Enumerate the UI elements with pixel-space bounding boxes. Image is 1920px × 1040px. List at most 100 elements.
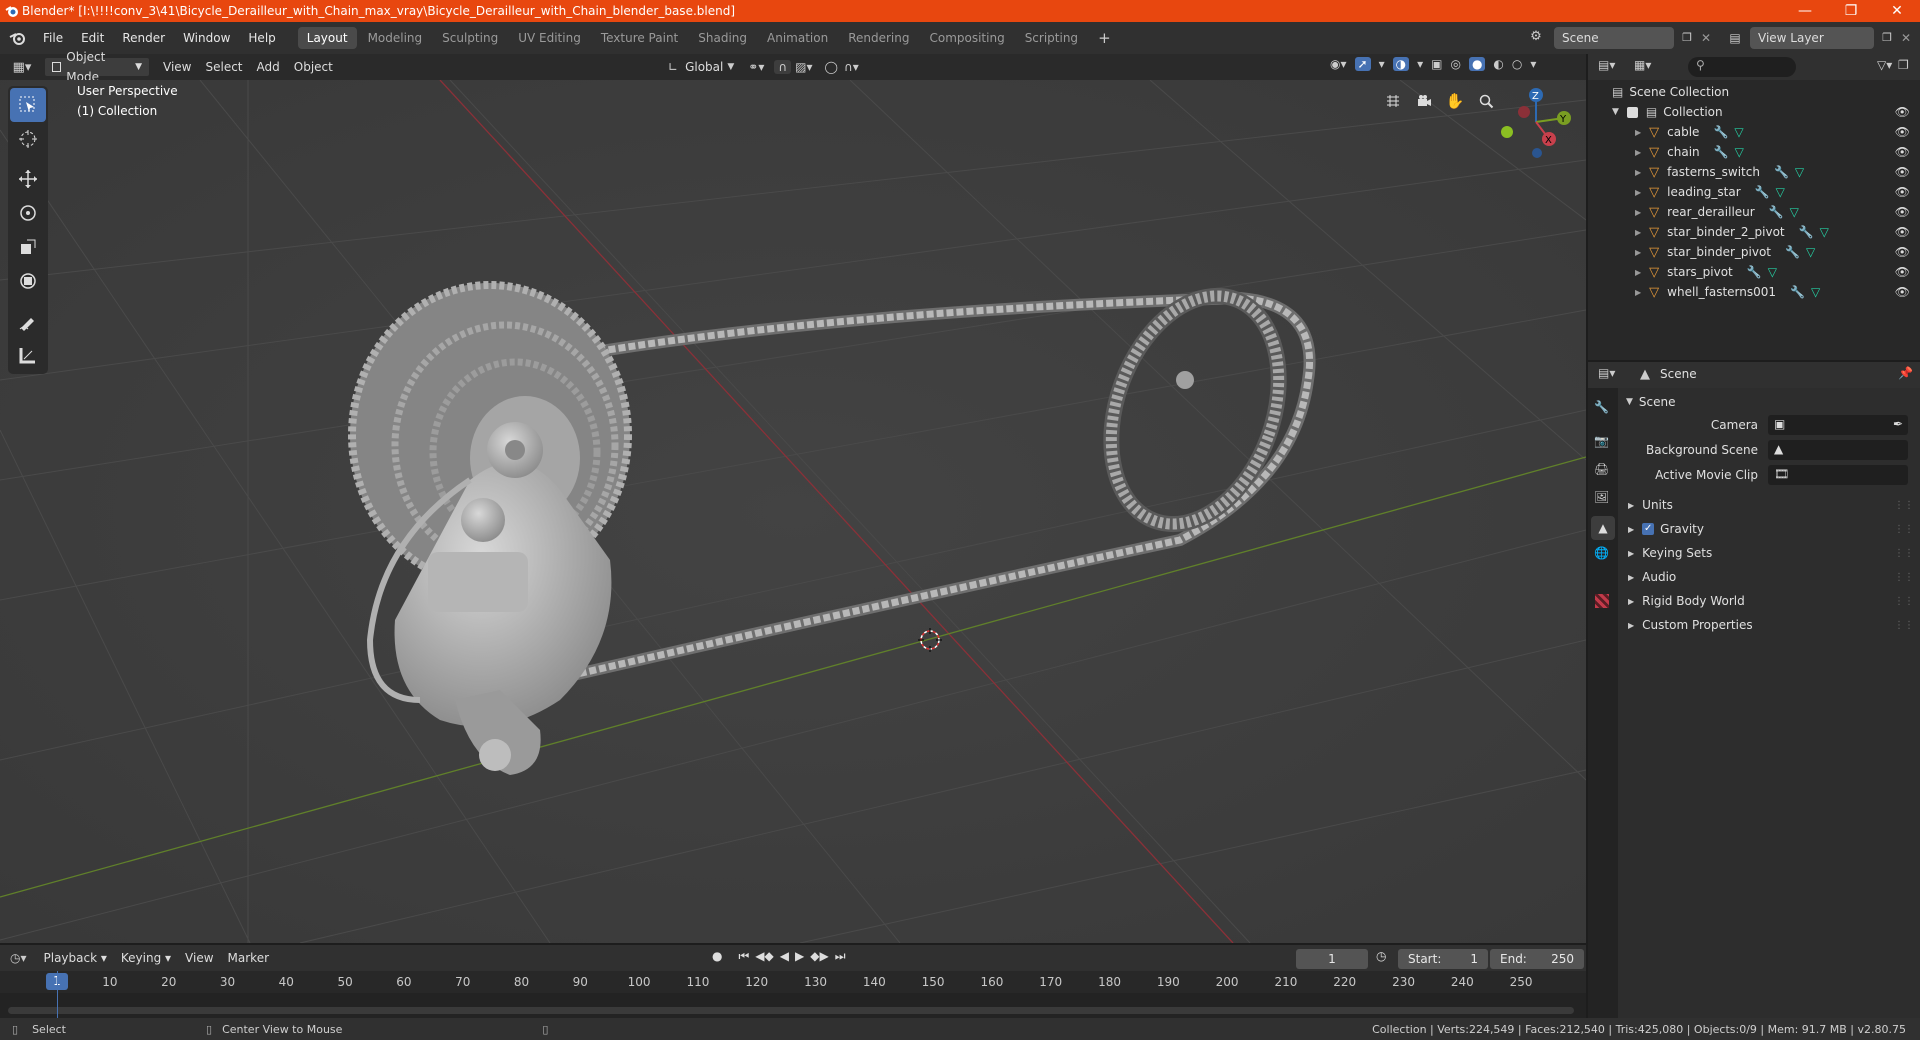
eye-icon[interactable]: 👁 (1895, 225, 1910, 239)
mesh-data-icon[interactable]: ▽ (1735, 145, 1744, 159)
eye-icon[interactable]: 👁 (1895, 125, 1910, 139)
panel-header[interactable]: ▶ Rigid Body World ⋮⋮ (1618, 590, 1920, 612)
outliner-item[interactable]: ▶ ▽ stars_pivot 🔧 ▽ 👁 (1588, 262, 1920, 282)
scene-tab-icon[interactable]: ▲ (1591, 516, 1615, 540)
chevron-down-icon[interactable]: ▼ (1612, 107, 1619, 117)
tab-modeling[interactable]: Modeling (359, 27, 432, 49)
tab-sculpting[interactable]: Sculpting (433, 27, 507, 49)
xray-icon[interactable]: ▣ (1431, 57, 1442, 71)
panel-header[interactable]: ▶ Custom Properties ⋮⋮ (1618, 614, 1920, 636)
tab-layout[interactable]: Layout (297, 27, 357, 49)
output-tab-icon[interactable]: 🖨 (1594, 462, 1609, 476)
tab-scripting[interactable]: Scripting (1016, 27, 1087, 49)
falloff-icon[interactable]: ∩▾ (844, 60, 859, 74)
chevron-right-icon[interactable]: ▶ (1635, 168, 1641, 177)
gizmo-icon[interactable]: ➚ (1354, 57, 1371, 71)
panel-header[interactable]: ▶ Units ⋮⋮ (1618, 494, 1920, 516)
next-keyframe-icon[interactable]: ◆▶ (810, 949, 828, 964)
chevron-right-icon[interactable]: ▶ (1635, 208, 1641, 217)
mesh-data-icon[interactable]: ▽ (1811, 285, 1820, 299)
chevron-right-icon[interactable]: ▶ (1635, 148, 1641, 157)
jump-start-icon[interactable]: ⏮ (738, 949, 749, 964)
mesh-data-icon[interactable]: ▽ (1734, 125, 1743, 139)
collection-checkbox[interactable] (1626, 106, 1638, 118)
gizmo-dropdown-icon[interactable]: ▾ (1379, 57, 1385, 71)
tab-shading[interactable]: Shading (689, 27, 756, 49)
gravity-checkbox[interactable]: ✓ (1642, 523, 1655, 535)
eye-icon[interactable]: 👁 (1895, 185, 1910, 199)
tab-rendering[interactable]: Rendering (839, 27, 918, 49)
filter-icon[interactable]: ▽▾ (1877, 58, 1892, 72)
record-icon[interactable]: ● (712, 949, 722, 964)
menu-view[interactable]: View (156, 57, 198, 77)
overlays-dropdown-icon[interactable]: ▾ (1417, 57, 1423, 71)
drag-handle-icon[interactable]: ⋮⋮ (1894, 572, 1914, 583)
chevron-right-icon[interactable]: ▶ (1635, 248, 1641, 257)
panel-header[interactable]: ▶ Audio ⋮⋮ (1618, 566, 1920, 588)
menu-marker[interactable]: Marker (221, 948, 276, 968)
outliner-search-input[interactable]: ⚲ (1688, 57, 1796, 77)
editor-type-icon[interactable]: ▦▾ (0, 60, 44, 75)
mesh-data-icon[interactable]: ▽ (1795, 165, 1804, 179)
wireframe-shading-icon[interactable]: ◎ (1450, 57, 1460, 71)
current-frame-field[interactable]: 1 (1296, 949, 1368, 969)
snap-target-icon[interactable]: ▨▾ (795, 60, 812, 74)
eye-icon[interactable]: 👁 (1895, 165, 1910, 179)
modifier-wrench-icon[interactable]: 🔧 (1747, 265, 1762, 279)
scene-browse-icon[interactable]: ⚙ (1526, 27, 1546, 47)
shading-dropdown-icon[interactable]: ▾ (1530, 57, 1536, 71)
add-workspace-icon[interactable]: + (1089, 27, 1120, 49)
jump-end-icon[interactable]: ⏭ (835, 949, 846, 964)
annotate-tool-icon[interactable] (10, 304, 46, 338)
play-icon[interactable]: ▶ (795, 949, 804, 964)
view-layer-browse-icon[interactable]: ▤ (1722, 27, 1748, 49)
mesh-data-icon[interactable]: ▽ (1776, 185, 1785, 199)
chevron-right-icon[interactable]: ▶ (1635, 228, 1641, 237)
modifier-wrench-icon[interactable]: 🔧 (1755, 185, 1770, 199)
minimize-icon[interactable]: — (1782, 0, 1828, 22)
outliner-item[interactable]: ▶ ▽ star_binder_pivot 🔧 ▽ 👁 (1588, 242, 1920, 262)
outliner-collection[interactable]: ▼ ▤ Collection 👁 (1588, 102, 1920, 122)
chevron-right-icon[interactable]: ▶ (1635, 188, 1641, 197)
view-layer-field[interactable]: View Layer (1750, 27, 1874, 49)
proportional-edit-icon[interactable]: ◯ (825, 60, 838, 74)
render-tab-icon[interactable]: 📷 (1594, 434, 1609, 448)
orientation-dropdown[interactable]: Global (681, 57, 727, 77)
panel-header[interactable]: ▶ ✓ Gravity ⋮⋮ (1618, 518, 1920, 540)
active-movie-clip-field[interactable]: 🎞 (1768, 465, 1908, 485)
mode-dropdown[interactable]: Object Mode ▼ (44, 50, 150, 84)
zoom-icon[interactable] (1473, 88, 1499, 114)
world-tab-icon[interactable]: 🌐 (1594, 546, 1609, 560)
timeline-editor-type-icon[interactable]: ◷▾ (10, 951, 27, 965)
tab-texture-paint[interactable]: Texture Paint (592, 27, 687, 49)
start-frame-field[interactable]: Start: 1 (1398, 949, 1488, 969)
drag-handle-icon[interactable]: ⋮⋮ (1894, 596, 1914, 607)
close-icon[interactable]: ✕ (1874, 0, 1920, 22)
properties-editor-type-icon[interactable]: ▤▾ (1598, 366, 1615, 380)
outliner-item[interactable]: ▶ ▽ cable 🔧 ▽ 👁 (1588, 122, 1920, 142)
transform-tool-icon[interactable] (10, 264, 46, 298)
cursor-tool-icon[interactable] (10, 122, 46, 156)
snap-icon[interactable]: ∩ (774, 60, 792, 74)
restore-icon[interactable]: ❐ (1828, 0, 1874, 22)
rotate-tool-icon[interactable] (10, 196, 46, 230)
mesh-data-icon[interactable]: ▽ (1806, 245, 1815, 259)
texture-tab-icon[interactable] (1595, 594, 1609, 608)
pan-hand-icon[interactable]: ✋ (1442, 88, 1468, 114)
3d-viewport[interactable]: Z Y X (0, 80, 1586, 943)
eyedropper-icon[interactable]: ✒ (1893, 417, 1903, 431)
eye-icon[interactable]: 👁 (1895, 145, 1910, 159)
visibility-icon[interactable]: ◉▾ (1330, 57, 1347, 71)
mesh-data-icon[interactable]: ▽ (1790, 205, 1799, 219)
menu-keying[interactable]: Keying ▾ (114, 948, 178, 968)
background-scene-field[interactable]: ▲ (1768, 440, 1908, 460)
scene-field[interactable]: Scene (1554, 27, 1674, 49)
eye-icon[interactable]: 👁 (1895, 205, 1910, 219)
outliner-item[interactable]: ▶ ▽ fasterns_switch 🔧 ▽ 👁 (1588, 162, 1920, 182)
outliner-item[interactable]: ▶ ▽ star_binder_2_pivot 🔧 ▽ 👁 (1588, 222, 1920, 242)
drag-handle-icon[interactable]: ⋮⋮ (1894, 620, 1914, 631)
tab-animation[interactable]: Animation (758, 27, 837, 49)
outliner-editor-type-icon[interactable]: ▤▾ (1598, 58, 1615, 72)
modifier-wrench-icon[interactable]: 🔧 (1774, 165, 1789, 179)
outliner-item[interactable]: ▶ ▽ whell_fasterns001 🔧 ▽ 👁 (1588, 282, 1920, 302)
